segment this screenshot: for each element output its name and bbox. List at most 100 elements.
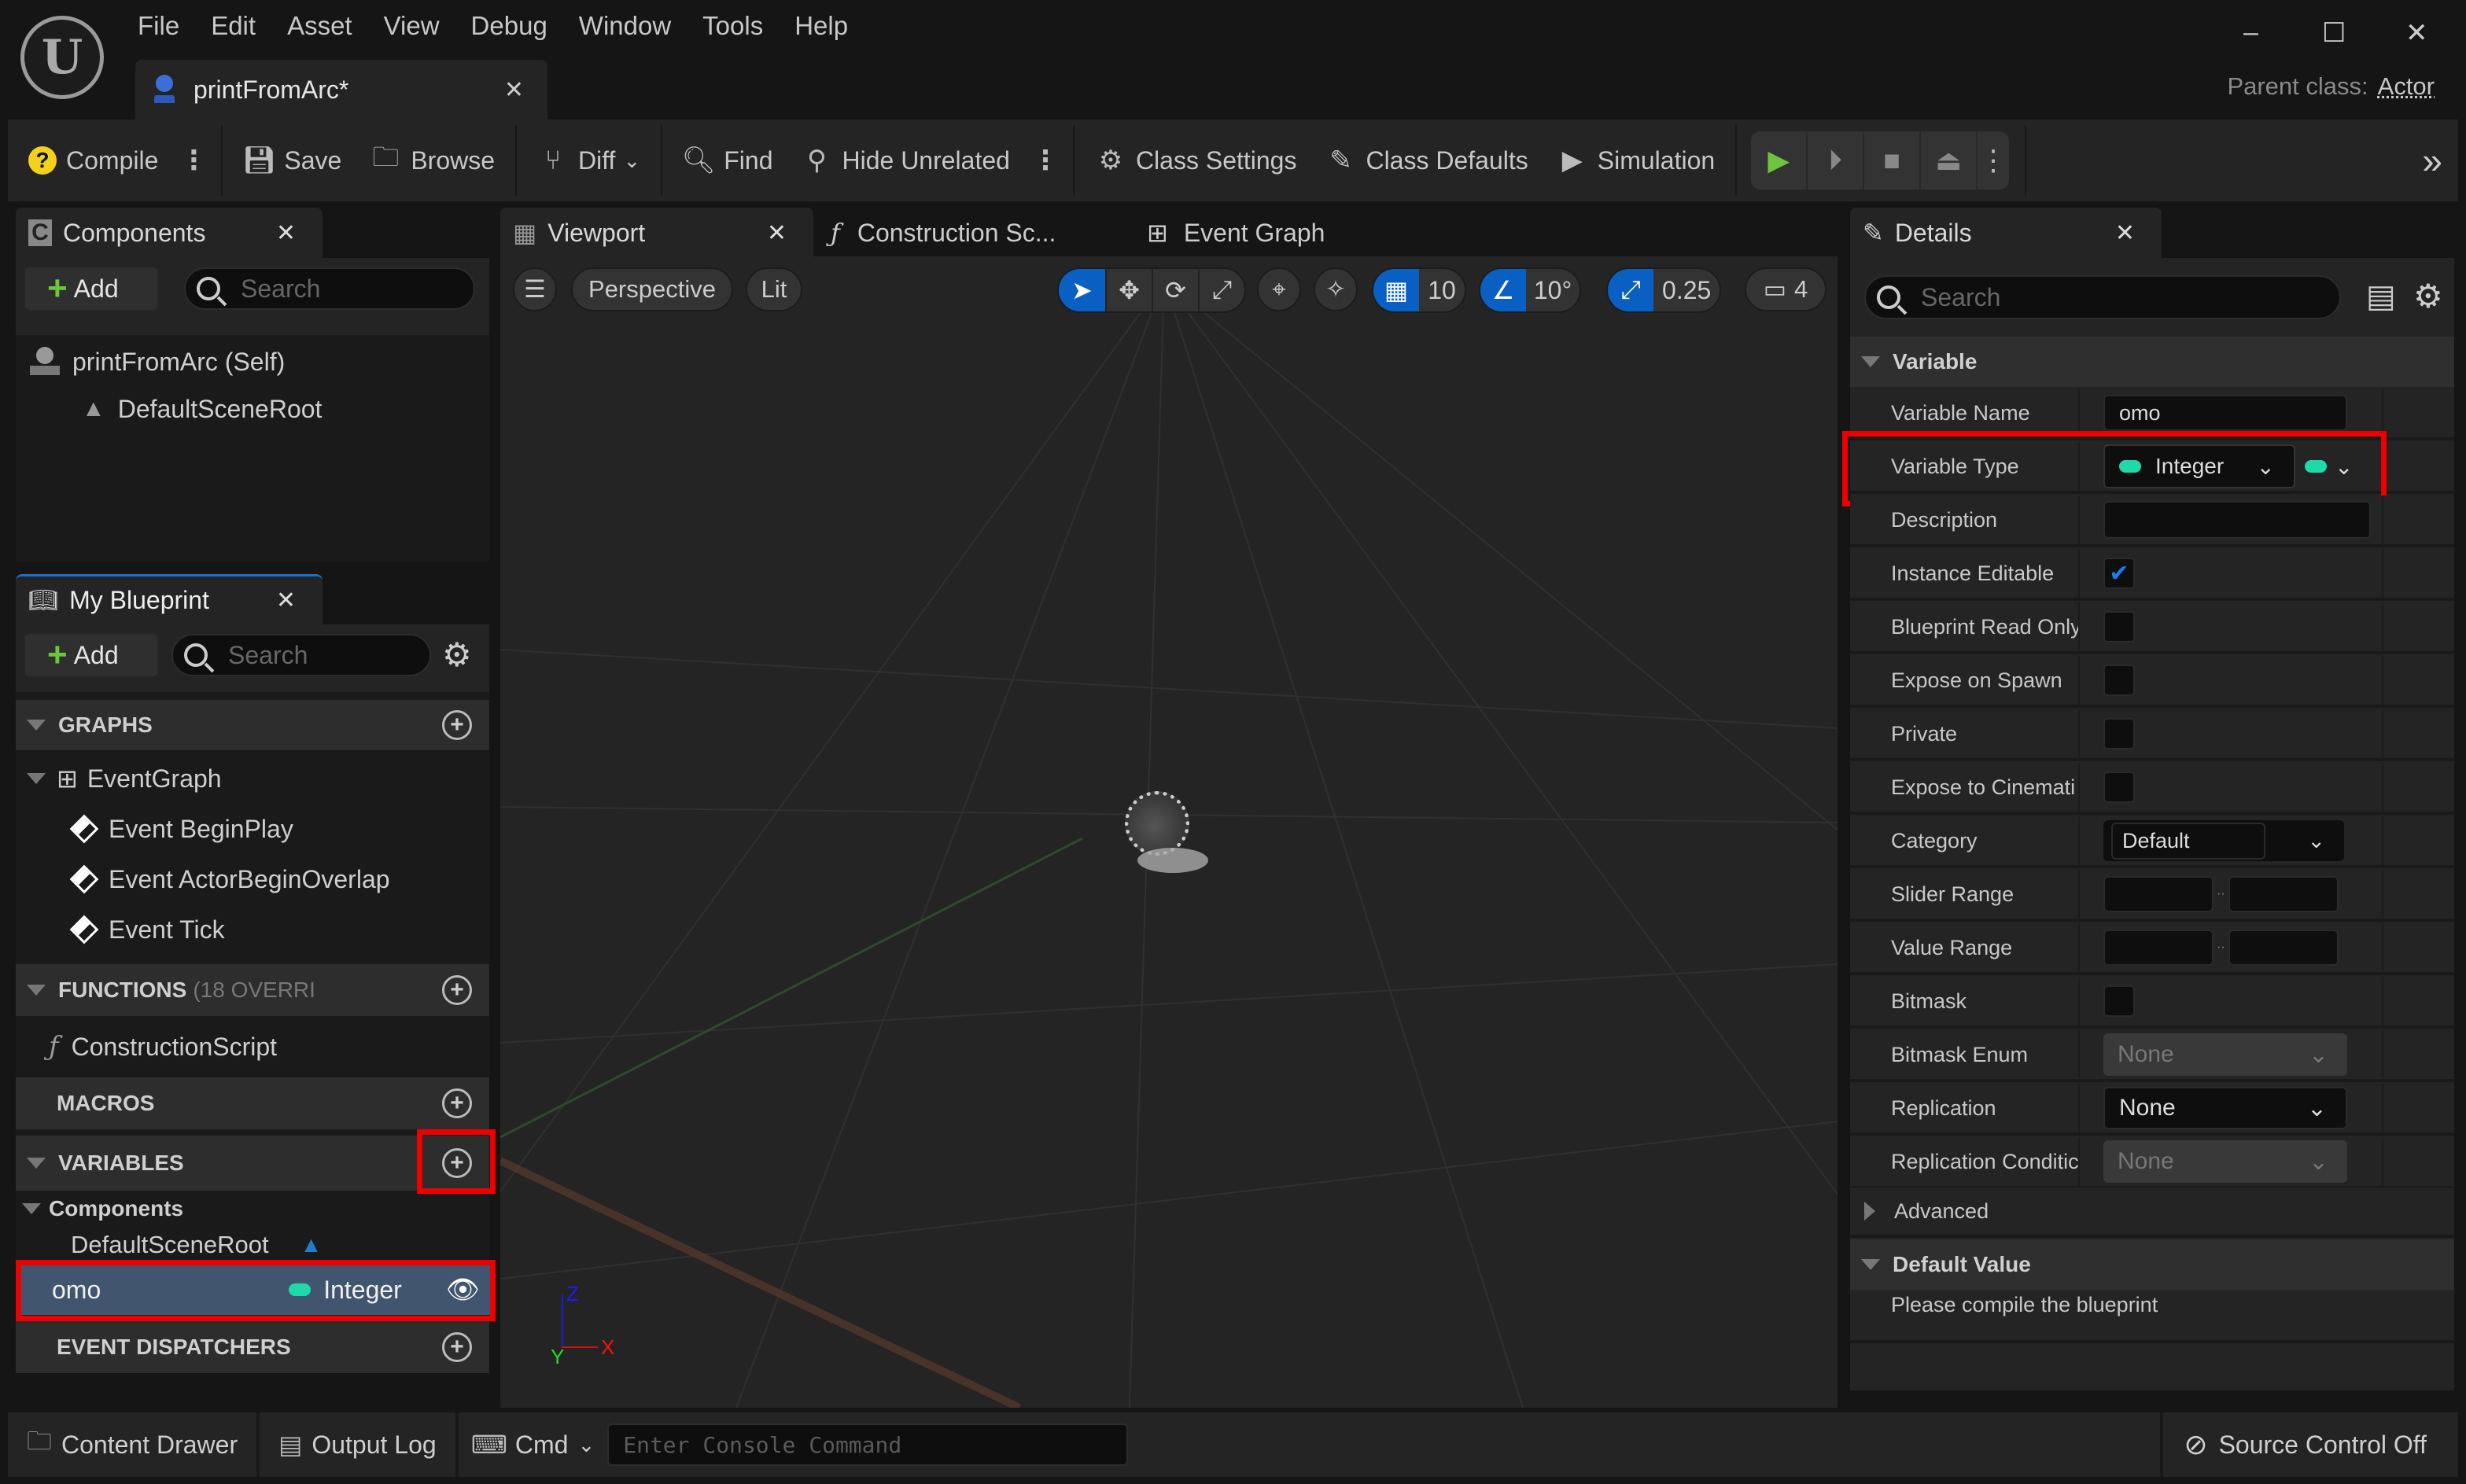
content-drawer-button[interactable]: 🗀 Content Drawer <box>8 1412 260 1477</box>
expose-to-cinematics-checkbox[interactable] <box>2103 771 2135 803</box>
cmd-dropdown[interactable]: ⌨ Cmd ⌄ <box>459 1412 608 1477</box>
step-icon[interactable]: ⏵ <box>1808 131 1865 190</box>
rotate-tool-icon[interactable]: ⟳ <box>1151 269 1198 311</box>
grid-snap-value[interactable]: 10 <box>1419 269 1465 311</box>
unreal-logo-icon[interactable]: U <box>20 16 104 99</box>
local-space-icon[interactable]: ⌖ <box>1257 267 1301 311</box>
menu-file[interactable]: File <box>138 11 195 50</box>
tab-event-graph[interactable]: ⊞ Event Graph <box>1147 208 1325 258</box>
close-window-button[interactable]: ✕ <box>2405 17 2428 49</box>
menu-view[interactable]: View <box>384 11 455 50</box>
perspective-button[interactable]: Perspective <box>571 267 733 311</box>
document-tab[interactable]: printFromArc* ✕ <box>135 60 547 120</box>
add-function-icon[interactable]: + <box>442 975 472 1005</box>
class-defaults-button[interactable]: ✎ Class Defaults <box>1310 120 1542 201</box>
lit-button[interactable]: Lit <box>746 267 802 311</box>
component-item-self[interactable]: printFromArc (Self) <box>30 338 285 385</box>
menu-window[interactable]: Window <box>579 11 687 50</box>
event-graph-item[interactable]: ⊞ EventGraph <box>16 757 222 801</box>
rotation-snap-icon[interactable]: ∠ <box>1480 269 1527 311</box>
private-checkbox[interactable] <box>2103 718 2135 749</box>
bitmask-checkbox[interactable] <box>2103 985 2135 1017</box>
my-blueprint-add-button[interactable]: + Add <box>24 632 159 678</box>
replication-dropdown[interactable]: None ⌄ <box>2103 1087 2347 1129</box>
event-item[interactable]: Event ActorBeginOverlap <box>68 857 390 901</box>
variable-name-input[interactable]: omo <box>2103 395 2347 431</box>
close-tab-icon[interactable]: ✕ <box>504 76 524 104</box>
viewport[interactable]: ☰ Perspective Lit ➤ ✥ ⟳ ⤢ ⌖ ✧ ▦ 10 ∠ 10°… <box>500 256 1838 1408</box>
simulation-button[interactable]: ▶ Simulation <box>1543 120 1729 201</box>
play-icon[interactable]: ▶ <box>1751 131 1808 190</box>
select-tool-icon[interactable]: ➤ <box>1059 269 1105 311</box>
tab-viewport[interactable]: ▦ Viewport ✕ <box>500 208 813 258</box>
viewport-menu-button[interactable]: ☰ <box>513 267 557 311</box>
default-value-section-header[interactable]: Default Value <box>1850 1239 2454 1290</box>
advanced-section-header[interactable]: Advanced <box>1850 1188 2454 1238</box>
class-settings-button[interactable]: ⚙ Class Settings <box>1081 120 1311 201</box>
move-tool-icon[interactable]: ✥ <box>1104 269 1152 311</box>
category-value[interactable]: Default <box>2111 822 2265 860</box>
component-item-defaultsceneroot[interactable]: ▲ DefaultSceneRoot <box>82 385 322 433</box>
compile-button[interactable]: ? Compile <box>8 120 172 201</box>
variable-group-components[interactable]: Components <box>16 1191 183 1227</box>
description-input[interactable] <box>2103 501 2371 539</box>
close-my-blueprint-icon[interactable]: ✕ <box>276 587 296 614</box>
minimize-button[interactable]: – <box>2243 17 2258 48</box>
menu-asset[interactable]: Asset <box>287 11 368 50</box>
console-command-input[interactable]: Enter Console Command <box>607 1423 1129 1466</box>
scale-snap-value[interactable]: 0.25 <box>1653 269 1720 311</box>
category-combobox[interactable]: Default ⌄ <box>2103 820 2344 861</box>
output-log-button[interactable]: ▤ Output Log <box>260 1412 459 1477</box>
diff-button[interactable]: ⑂ Diff ⌄ <box>523 120 654 201</box>
find-button[interactable]: 🔍︎ Find <box>669 120 787 201</box>
scale-snap-icon[interactable]: ⤢ <box>1608 269 1654 311</box>
close-viewport-tab-icon[interactable]: ✕ <box>767 219 787 247</box>
slider-range-max-input[interactable] <box>2228 876 2339 912</box>
graphs-section-header[interactable]: GRAPHS + <box>16 700 489 750</box>
components-search-input[interactable]: Search <box>184 267 475 310</box>
property-matrix-icon[interactable]: ▤ <box>2366 278 2396 315</box>
variable-item-selected[interactable]: omo Integer 👁︎ <box>17 1265 491 1315</box>
add-graph-icon[interactable]: + <box>442 710 472 740</box>
tab-construction-script[interactable]: ƒ Construction Sc... <box>831 208 1056 258</box>
function-item[interactable]: ƒ ConstructionScript <box>49 1024 277 1070</box>
camera-speed-button[interactable]: ▭ 4 <box>1745 267 1826 311</box>
event-item[interactable]: Event BeginPlay <box>68 807 293 851</box>
menu-tools[interactable]: Tools <box>702 11 779 50</box>
close-details-icon[interactable]: ✕ <box>2115 219 2135 247</box>
eject-icon[interactable]: ⏏ <box>1921 131 1978 190</box>
event-dispatchers-section-header[interactable]: EVENT DISPATCHERS + <box>16 1321 489 1373</box>
variable-section-header[interactable]: Variable <box>1850 337 2454 387</box>
event-item[interactable]: Event Tick <box>68 908 225 952</box>
play-options-kebab-icon[interactable]: ⋮ <box>1978 131 2009 190</box>
menu-debug[interactable]: Debug <box>471 11 563 50</box>
menu-edit[interactable]: Edit <box>211 11 271 50</box>
components-add-button[interactable]: + Add <box>24 266 159 311</box>
surface-snap-icon[interactable]: ✧ <box>1314 267 1358 311</box>
save-button[interactable]: 💾︎ Save <box>229 120 356 201</box>
hide-unrelated-options-kebab-icon[interactable]: ⋮ <box>1024 145 1067 176</box>
value-range-min-input[interactable] <box>2103 930 2214 966</box>
source-control-button[interactable]: ⊘ Source Control Off <box>2160 1412 2458 1477</box>
parent-class-link[interactable]: Actor <box>2378 72 2435 100</box>
add-macro-icon[interactable]: + <box>442 1088 472 1118</box>
variable-type-dropdown[interactable]: Integer ⌄ <box>2103 444 2295 488</box>
actor-sphere-icon[interactable] <box>1125 791 1189 856</box>
details-tab[interactable]: ✎ Details ✕ <box>1850 208 2162 258</box>
grid-snap-icon[interactable]: ▦ <box>1373 269 1419 311</box>
close-components-icon[interactable]: ✕ <box>276 219 296 247</box>
expose-on-spawn-checkbox[interactable] <box>2103 665 2135 696</box>
add-event-dispatcher-icon[interactable]: + <box>442 1332 472 1362</box>
add-variable-icon[interactable]: + <box>442 1148 472 1178</box>
hide-unrelated-button[interactable]: ⚲ Hide Unrelated <box>787 120 1023 201</box>
toolbar-overflow-chevron-icon[interactable]: » <box>2422 139 2442 182</box>
instance-editable-checkbox[interactable]: ✔ <box>2103 558 2135 589</box>
variables-section-header[interactable]: VARIABLES + <box>16 1136 489 1191</box>
container-type-dropdown[interactable]: ⌄ <box>2305 454 2353 480</box>
visibility-eye-icon[interactable]: 👁︎ <box>446 1274 480 1305</box>
stop-icon[interactable]: ■ <box>1864 131 1922 190</box>
bitmask-enum-dropdown[interactable]: None ⌄ <box>2103 1033 2347 1076</box>
compile-options-kebab-icon[interactable]: ⋮ <box>172 145 215 176</box>
my-blueprint-tab[interactable]: 📖︎ My Blueprint ✕ <box>16 574 323 624</box>
replication-condition-dropdown[interactable]: None ⌄ <box>2103 1140 2347 1183</box>
